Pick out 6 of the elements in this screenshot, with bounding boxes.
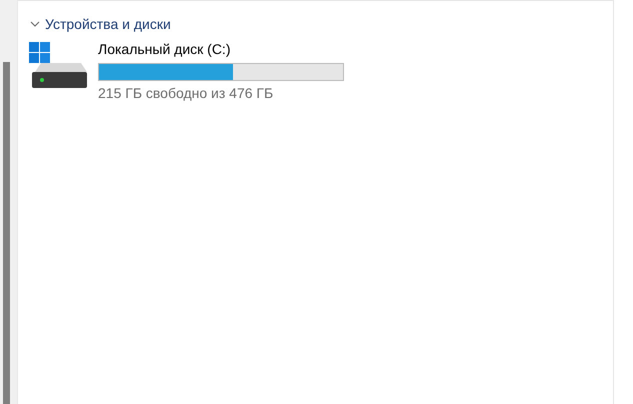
free-space-text: 215 ГБ свободно из 476 ГБ: [98, 84, 274, 102]
drive-icon: [29, 42, 87, 89]
section-title: Устройства и диски: [45, 15, 171, 34]
chevron-icon[interactable]: [30, 19, 40, 29]
drive-name[interactable]: Локальный диск (C:): [98, 40, 344, 58]
scrollbar-thumb[interactable]: [3, 62, 10, 404]
